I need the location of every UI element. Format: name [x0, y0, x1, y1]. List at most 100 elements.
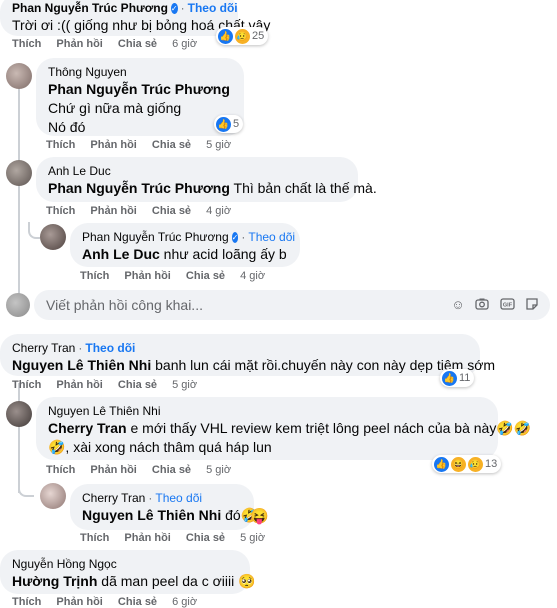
reply-button[interactable]: Phản hồi	[90, 205, 136, 217]
like-button[interactable]: Thích	[46, 464, 75, 476]
share-button[interactable]: Chia sẻ	[152, 205, 191, 217]
comment-actions: Thích Phản hồi Chia sẻ 4 giờ	[80, 270, 277, 282]
comment-text: Nó đó	[48, 119, 86, 135]
pleading-emoji-icon: 🥺	[238, 573, 256, 589]
follow-button[interactable]: Theo dõi	[248, 230, 295, 244]
timestamp[interactable]: 4 giờ	[206, 205, 231, 217]
comment-text: Trời ơi :(( giống như bị bỏng hoá chất v…	[12, 17, 271, 33]
comment-text: dã man peel da c ơiiii	[97, 573, 235, 589]
thread-line	[18, 483, 34, 497]
reaction-summary[interactable]: 👍 😆 😥 13	[432, 455, 502, 473]
svg-text:GIF: GIF	[502, 303, 512, 309]
timestamp[interactable]: 5 giờ	[206, 464, 231, 476]
verified-badge-icon: ✓	[170, 2, 178, 14]
comment-author[interactable]: Nguyen Lê Thiên Nhi	[48, 403, 486, 419]
comment-author[interactable]: Thông Nguyen	[48, 64, 232, 80]
like-button[interactable]: Thích	[12, 596, 41, 608]
reaction-summary[interactable]: 👍 11	[440, 369, 475, 387]
like-button[interactable]: Thích	[12, 379, 41, 391]
reply-button[interactable]: Phản hồi	[90, 464, 136, 476]
comment-actions: Thích Phản hồi Chia sẻ 6 giờ	[12, 38, 209, 50]
sticker-icon[interactable]	[524, 297, 540, 313]
comment-text: e mới thấy VHL review kem triệt lông pee…	[126, 420, 532, 436]
tongue-emoji-icon: 😝	[250, 508, 269, 525]
reply-button[interactable]: Phản hồi	[90, 139, 136, 151]
avatar[interactable]	[6, 160, 32, 186]
comment-bubble: Cherry Tran · Theo dõi Nguyen Lê Thiên N…	[70, 484, 258, 530]
camera-icon[interactable]	[474, 297, 490, 313]
reply-button[interactable]: Phản hồi	[56, 379, 102, 391]
mention-link[interactable]: Nguyen Lê Thiên Nhi	[82, 507, 221, 523]
follow-button[interactable]: Theo dõi	[155, 491, 202, 505]
comment-actions: Thích Phản hồi Chia sẻ 4 giờ	[46, 205, 243, 217]
comment-bubble: Phan Nguyễn Trúc Phương ✓ · Theo dõi Anh…	[70, 223, 300, 267]
share-button[interactable]: Chia sẻ	[118, 379, 157, 391]
comment-text: Chứ gì nữa mà giống	[48, 100, 182, 116]
thread-line	[18, 383, 20, 493]
comment-bubble: Nguyễn Hồng Ngọc Hường Trịnh dã man peel…	[0, 550, 256, 594]
share-button[interactable]: Chia sẻ	[152, 139, 191, 151]
reply-button[interactable]: Phản hồi	[56, 38, 102, 50]
like-button[interactable]: Thích	[12, 38, 41, 50]
gif-icon[interactable]: GIF	[499, 297, 515, 313]
like-button[interactable]: Thích	[80, 270, 109, 282]
comment-author[interactable]: Nguyễn Hồng Ngọc	[12, 556, 238, 572]
verified-badge-icon: ✓	[231, 231, 239, 243]
mention-link[interactable]: Phan Nguyễn Trúc Phương	[48, 180, 230, 196]
timestamp[interactable]: 5 giờ	[240, 532, 265, 544]
comment-author[interactable]: Phan Nguyễn Trúc Phương	[82, 229, 229, 245]
share-button[interactable]: Chia sẻ	[152, 464, 191, 476]
timestamp[interactable]: 6 giờ	[172, 38, 197, 50]
reaction-summary[interactable]: 👍 😥 25	[216, 27, 269, 45]
reply-button[interactable]: Phản hồi	[56, 596, 102, 608]
avatar[interactable]	[6, 63, 32, 89]
avatar[interactable]	[40, 483, 66, 509]
comment-actions: Thích Phản hồi Chia sẻ 5 giờ	[46, 139, 243, 151]
comment-bubble: Anh Le Duc Phan Nguyễn Trúc Phương Thì b…	[36, 157, 377, 202]
timestamp[interactable]: 5 giờ	[206, 139, 231, 151]
emoji-icon[interactable]: ☺	[450, 297, 466, 313]
comment-text: như acid loãng ấy b	[159, 246, 287, 262]
comment-actions: Thích Phản hồi Chia sẻ 6 giờ	[12, 596, 209, 608]
avatar	[6, 293, 30, 317]
comment-author[interactable]: Cherry Tran	[12, 340, 75, 356]
like-reaction-icon: 👍	[218, 28, 233, 44]
comment-author[interactable]: Anh Le Duc	[48, 163, 346, 179]
comment-bubble: Thông Nguyen Phan Nguyễn Trúc Phương Chứ…	[36, 58, 244, 136]
comment-text: Thì bản chất là thế mà.	[229, 180, 377, 196]
like-reaction-icon: 👍	[442, 370, 457, 386]
like-button[interactable]: Thích	[46, 139, 75, 151]
follow-button[interactable]: Theo dõi	[188, 1, 238, 15]
reaction-count: 5	[233, 118, 240, 130]
share-button[interactable]: Chia sẻ	[118, 38, 157, 50]
like-button[interactable]: Thích	[46, 205, 75, 217]
comment-author[interactable]: Cherry Tran	[82, 490, 145, 506]
mention-link[interactable]: Hường Trịnh	[12, 573, 97, 589]
like-reaction-icon: 👍	[216, 116, 231, 132]
share-button[interactable]: Chia sẻ	[186, 532, 225, 544]
reply-input[interactable]: Viết phản hồi công khai...	[46, 297, 203, 313]
reaction-summary[interactable]: 👍 5	[214, 115, 244, 133]
reply-button[interactable]: Phản hồi	[124, 532, 170, 544]
follow-button[interactable]: Theo dõi	[85, 341, 135, 355]
share-button[interactable]: Chia sẻ	[186, 270, 225, 282]
reaction-count: 11	[459, 372, 471, 384]
reaction-count: 13	[485, 458, 498, 470]
share-button[interactable]: Chia sẻ	[118, 596, 157, 608]
timestamp[interactable]: 5 giờ	[172, 379, 197, 391]
mention-link[interactable]: Nguyen Lê Thiên Nhi	[12, 357, 151, 373]
mention-link[interactable]: Cherry Tran	[48, 420, 127, 436]
mention-link[interactable]: Phan Nguyễn Trúc Phương	[48, 80, 232, 99]
avatar[interactable]	[6, 401, 32, 427]
avatar[interactable]	[40, 224, 66, 250]
comment-actions: Thích Phản hồi Chia sẻ 5 giờ	[12, 379, 209, 391]
timestamp[interactable]: 4 giờ	[240, 270, 265, 282]
mention-link[interactable]: Anh Le Duc	[82, 246, 160, 262]
timestamp[interactable]: 6 giờ	[172, 596, 197, 608]
reply-composer[interactable]: Viết phản hồi công khai... ☺ GIF	[34, 290, 550, 320]
reply-button[interactable]: Phản hồi	[124, 270, 170, 282]
comment-author[interactable]: Phan Nguyễn Trúc Phương	[12, 0, 168, 16]
comment-text: 🤣, xài xong nách thâm quá háp lun	[48, 439, 272, 455]
reaction-count: 25	[252, 30, 265, 42]
like-button[interactable]: Thích	[80, 532, 109, 544]
